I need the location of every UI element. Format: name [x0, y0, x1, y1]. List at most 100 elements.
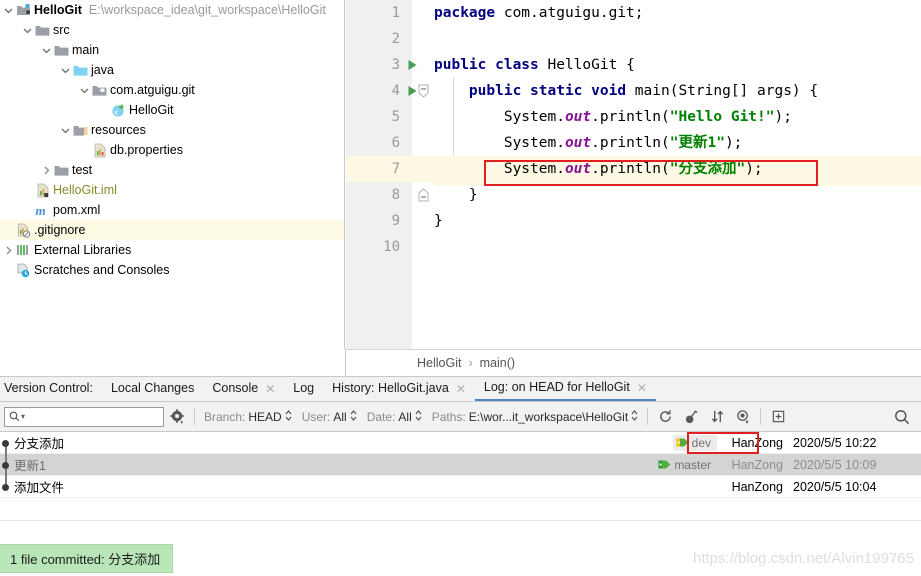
vcs-tab-local-changes[interactable]: Local Changes	[102, 376, 203, 401]
log-search-input[interactable]: ▾	[4, 406, 164, 427]
breadcrumb-class[interactable]: HelloGit	[417, 356, 461, 370]
filter-user[interactable]: User: All	[297, 406, 362, 428]
tree-item-hellogit[interactable]: c HelloGit	[0, 100, 344, 120]
run-gutter-icon[interactable]	[404, 52, 420, 78]
code-line-4[interactable]: 4 public static void main(String[] args)…	[346, 78, 921, 104]
code-editor[interactable]: 1 package com.atguigu.git; 2 3 public class …	[346, 0, 921, 349]
code-line-5[interactable]: 5 System.out.println("Hello Git!");	[346, 104, 921, 130]
search-icon[interactable]	[889, 406, 915, 428]
chevron-down-icon[interactable]	[59, 120, 72, 140]
chevron-updown-icon[interactable]	[350, 409, 357, 424]
commit-date: 2020/5/5 10:09	[793, 457, 877, 472]
filter-paths[interactable]: Paths: E:\wor...it_workspace\HelloGit	[427, 406, 643, 428]
line-number: 5	[391, 109, 400, 125]
code-line-1[interactable]: 1 package com.atguigu.git;	[346, 0, 921, 26]
tree-item-label: test	[72, 163, 93, 177]
toolbar-divider-3	[760, 408, 762, 425]
search-dropdown-icon[interactable]: ▾	[21, 412, 25, 421]
tree-item-main[interactable]: main	[0, 40, 344, 60]
code-line-10[interactable]: 10	[346, 234, 921, 260]
tree-root-path: E:\workspace_idea\git_workspace\HelloGit	[88, 3, 326, 17]
chevron-updown-icon[interactable]	[631, 409, 638, 424]
close-icon[interactable]: ✕	[265, 383, 275, 395]
properties-file-icon	[91, 142, 108, 158]
branch-label-master[interactable]: master	[655, 457, 717, 473]
breadcrumb[interactable]: HelloGit › main()	[346, 349, 921, 376]
vcs-tab-history-hellogit-java[interactable]: History: HelloGit.java ✕	[323, 376, 475, 401]
code-text: System.out.println("分支添加");	[503, 161, 763, 177]
tree-item-pom-xml[interactable]: m pom.xml	[0, 200, 344, 220]
toast-message: 1 file committed: 分支添加	[10, 552, 161, 567]
filter-branch[interactable]: Branch: HEAD	[199, 406, 297, 428]
chevron-updown-icon[interactable]	[285, 409, 292, 424]
chevron-down-icon[interactable]	[78, 80, 91, 100]
commit-log-table[interactable]: 分支添加 dev HanZong 2020/5/5 10:22 更新1 master Han…	[0, 432, 921, 520]
new-tab-icon[interactable]	[765, 406, 791, 428]
tree-item-db-properties[interactable]: db.properties	[0, 140, 344, 160]
eye-icon[interactable]: ▾	[730, 406, 756, 428]
close-icon[interactable]: ✕	[456, 383, 466, 395]
vcs-tab-console[interactable]: Console ✕	[203, 376, 284, 401]
code-line-8[interactable]: 8 }	[346, 182, 921, 208]
commit-row[interactable]: 更新1 master HanZong 2020/5/5 10:09	[0, 453, 921, 476]
code-line-9[interactable]: 9}	[346, 208, 921, 234]
commit-graph-node	[0, 475, 14, 498]
fold-region-start-icon[interactable]	[412, 78, 434, 104]
version-control-tabbar[interactable]: Version Control: Local Changes Console ✕ Lo…	[0, 376, 921, 402]
code-line-7[interactable]: 7 System.out.println("分支添加");	[346, 156, 921, 182]
branch-label-dev[interactable]: dev	[672, 434, 717, 451]
tree-item-hellogit-iml[interactable]: HelloGit.iml	[0, 180, 344, 200]
chevron-down-icon[interactable]	[59, 60, 72, 80]
fold-region-end-icon[interactable]	[412, 182, 434, 208]
code-text: package com.atguigu.git;	[434, 5, 644, 21]
tree-item-com-atguigu-git[interactable]: com.atguigu.git	[0, 80, 344, 100]
vcs-tab-log-on-head-for-hellogit[interactable]: Log: on HEAD for HelloGit ✕	[474, 376, 656, 401]
close-icon[interactable]: ✕	[637, 382, 647, 394]
chevron-down-icon[interactable]	[40, 40, 53, 60]
tree-item-label: HelloGit	[129, 103, 174, 117]
tree-item-test[interactable]: test	[0, 160, 344, 180]
tree-item-label: Scratches and Consoles	[34, 263, 170, 277]
log-filter-bar[interactable]: ▾ ▾ Branch: HEAD User: All Date: All Paths: E:\…	[0, 402, 921, 432]
tree-item--gitignore[interactable]: .gitignore	[0, 220, 344, 240]
tree-item-label: External Libraries	[34, 243, 132, 257]
cherry-pick-icon[interactable]	[678, 406, 704, 428]
commit-row[interactable]: 添加文件 HanZong 2020/5/5 10:04	[0, 475, 921, 498]
tree-item-resources[interactable]: resources	[0, 120, 344, 140]
code-line-2[interactable]: 2	[346, 26, 921, 52]
folder-icon	[53, 42, 70, 58]
filter-name: Paths:	[431, 409, 466, 424]
chevron-right-icon[interactable]	[40, 160, 53, 180]
commit-author: HanZong	[731, 435, 783, 450]
breadcrumb-method[interactable]: main()	[480, 356, 515, 370]
collapse-expand-icon[interactable]	[704, 406, 730, 428]
commit-graph-node	[0, 453, 14, 476]
filter-settings-button[interactable]: ▾	[164, 406, 190, 428]
commit-date: 2020/5/5 10:22	[793, 435, 877, 450]
refresh-icon[interactable]	[652, 406, 678, 428]
commit-subject: 添加文件	[14, 481, 65, 495]
filter-date[interactable]: Date: All	[362, 406, 427, 428]
tree-row-root[interactable]: HelloGit E:\workspace_idea\git_workspace…	[0, 0, 344, 20]
tree-item-scratches-and-consoles[interactable]: Scratches and Consoles	[0, 260, 344, 280]
branch-tag-icon	[676, 437, 689, 448]
commit-row[interactable]: 分支添加 dev HanZong 2020/5/5 10:22	[0, 432, 921, 454]
tree-item-java[interactable]: java	[0, 60, 344, 80]
code-line-3[interactable]: 3 public class HelloGit {	[346, 52, 921, 78]
code-line-6[interactable]: 6 System.out.println("更新1");	[346, 130, 921, 156]
chevron-down-icon[interactable]	[21, 20, 34, 40]
commit-toast-notification[interactable]: 1 file committed: 分支添加	[0, 544, 174, 573]
filter-value: All	[398, 409, 412, 424]
chevron-updown-icon[interactable]	[415, 409, 422, 424]
vcs-tab-log[interactable]: Log	[284, 376, 323, 401]
commit-author: HanZong	[731, 457, 783, 472]
tree-item-src[interactable]: src	[0, 20, 344, 40]
code-lines[interactable]: 1 package com.atguigu.git; 2 3 public class …	[346, 0, 921, 260]
chevron-right-icon[interactable]	[2, 240, 15, 260]
tree-item-label: java	[91, 63, 114, 77]
project-tool-window[interactable]: HelloGit E:\workspace_idea\git_workspace…	[0, 0, 345, 349]
chevron-down-icon[interactable]	[2, 0, 15, 20]
tree-item-external-libraries[interactable]: External Libraries	[0, 240, 344, 260]
